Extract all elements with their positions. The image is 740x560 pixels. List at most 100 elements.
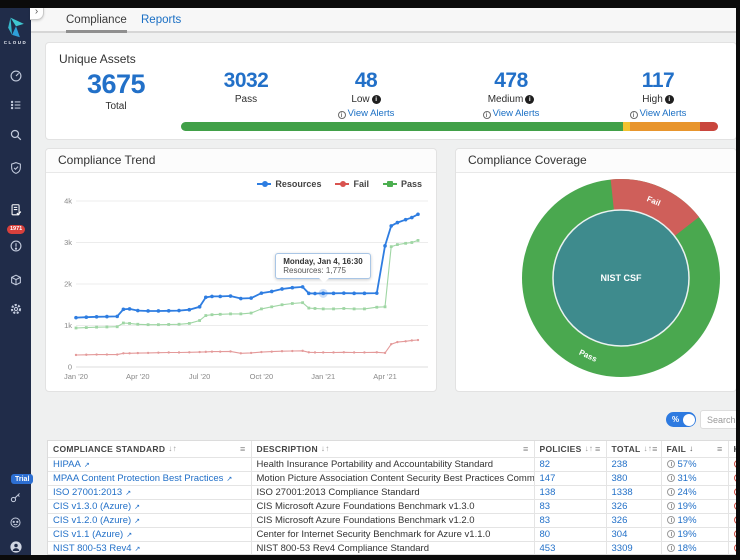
stat-medium-label: Mediumi [446, 94, 576, 105]
policies-link[interactable]: 138 [540, 487, 556, 498]
cell-description: Health Insurance Portability and Account… [251, 457, 534, 471]
sidebar-item-license[interactable] [0, 484, 31, 510]
history-clock-icon [667, 474, 675, 482]
total-link[interactable]: 304 [612, 529, 628, 540]
marker-resources [404, 218, 408, 222]
table-row: HIPAA↗ Health Insurance Portability and A… [48, 457, 737, 471]
marker-resources [210, 295, 214, 299]
tabs-bar: Compliance Reports [31, 8, 737, 33]
sort-icon[interactable]: ↓↑ [168, 444, 177, 453]
column-menu-icon[interactable]: ≡ [240, 444, 246, 454]
column-menu-icon[interactable]: ≡ [523, 444, 529, 454]
stat-medium: 478 Mediumi iView Alerts [446, 69, 576, 119]
sort-icon[interactable]: ↓↑ [644, 444, 653, 453]
column-header-fail: FAIL↓≡ [661, 441, 728, 457]
stat-low: 48 Lowi iView Alerts [301, 69, 431, 119]
standard-link[interactable]: MPAA Content Protection Best Practices [53, 473, 223, 484]
fail-percent: 18% [678, 543, 697, 554]
search-input[interactable] [700, 410, 740, 429]
marker-resources [105, 315, 109, 319]
trend-legend: Resources Fail Pass [257, 179, 422, 189]
sidebar-item-search[interactable] [0, 122, 31, 148]
stat-high-label: Highi [593, 94, 723, 105]
marker-pass [307, 307, 310, 310]
trend-chart[interactable]: 01k2k3k4kJan '20Apr '20Jul '20Oct '20Jan… [50, 193, 430, 383]
standard-link[interactable]: ISO 27001:2013 [53, 487, 122, 498]
sidebar-item-dashboard[interactable] [0, 63, 31, 89]
legend-item-resources[interactable]: Resources [257, 179, 321, 189]
policies-link[interactable]: 82 [540, 459, 551, 470]
total-link[interactable]: 238 [612, 459, 628, 470]
sidebar-item-alerts[interactable]: 1971 [0, 233, 31, 259]
policies-link[interactable]: 80 [540, 529, 551, 540]
standard-link[interactable]: CIS v1.2.0 (Azure) [53, 515, 131, 526]
x-tick-label: Jul '20 [189, 372, 210, 381]
external-link-icon[interactable]: ↗ [126, 532, 132, 539]
tab-compliance[interactable]: Compliance [66, 8, 127, 33]
policies-link[interactable]: 453 [540, 543, 556, 554]
external-link-icon[interactable]: ↗ [135, 546, 141, 553]
total-link[interactable]: 326 [612, 515, 628, 526]
sidebar-item-policies[interactable] [0, 92, 31, 118]
info-icon[interactable]: i [665, 95, 674, 104]
total-link[interactable]: 326 [612, 501, 628, 512]
stat-pass-value: 3032 [181, 69, 311, 93]
sidebar-item-settings[interactable] [0, 296, 31, 322]
column-menu-icon[interactable]: ≡ [652, 444, 658, 454]
external-link-icon[interactable]: ↗ [125, 490, 131, 497]
marker-fail [122, 352, 124, 354]
marker-pass [167, 323, 170, 326]
sidebar-item-profile[interactable] [0, 534, 31, 560]
marker-fail [240, 352, 242, 354]
marker-fail [260, 351, 262, 353]
column-menu-icon[interactable]: ≡ [595, 444, 601, 454]
policies-link[interactable]: 147 [540, 473, 556, 484]
y-tick-label: 3k [64, 238, 72, 247]
column-menu-icon[interactable]: ≡ [717, 444, 723, 454]
external-link-icon[interactable]: ↗ [134, 518, 140, 525]
percent-toggle[interactable]: % [666, 412, 696, 427]
cell-standard: CIS v1.2.0 (Azure)↗ [48, 513, 251, 527]
policies-link[interactable]: 83 [540, 515, 551, 526]
marker-pass [229, 312, 232, 315]
view-alerts-low-link[interactable]: iView Alerts [301, 108, 431, 119]
standard-link[interactable]: CIS v1.3.0 (Azure) [53, 501, 131, 512]
column-header-total: TOTAL↓↑≡ [606, 441, 661, 457]
standard-link[interactable]: CIS v1.1 (Azure) [53, 529, 123, 540]
standard-link[interactable]: HIPAA [53, 459, 81, 470]
marker-fail [271, 350, 273, 352]
sort-icon[interactable]: ↓↑ [321, 444, 330, 453]
tab-reports[interactable]: Reports [141, 8, 181, 33]
fail-percent: 19% [678, 515, 697, 526]
legend-item-fail[interactable]: Fail [335, 179, 369, 189]
coverage-sunburst-chart[interactable]: FailPassNIST CSF [457, 175, 737, 391]
table-row: MPAA Content Protection Best Practices↗M… [48, 471, 737, 485]
legend-item-pass[interactable]: Pass [383, 179, 422, 189]
standard-link[interactable]: NIST 800-53 Rev4 [53, 543, 132, 554]
sidebar-item-governance[interactable] [0, 155, 31, 181]
sidebar-item-inventory[interactable] [0, 267, 31, 293]
total-link[interactable]: 380 [612, 473, 628, 484]
view-alerts-high-link[interactable]: iView Alerts [593, 108, 723, 119]
marker-resources [204, 295, 208, 299]
view-alerts-medium-link[interactable]: iView Alerts [446, 108, 576, 119]
total-link[interactable]: 3309 [612, 543, 633, 554]
cell-total: 380 [606, 471, 661, 485]
legend-label: Fail [353, 179, 369, 189]
sidebar-item-support[interactable] [0, 509, 31, 535]
sort-icon[interactable]: ↓↑ [585, 444, 594, 453]
compliance-coverage-title: Compliance Coverage [456, 149, 736, 173]
info-icon[interactable]: i [525, 95, 534, 104]
total-link[interactable]: 1338 [612, 487, 633, 498]
sort-icon[interactable]: ↓ [689, 444, 693, 453]
external-link-icon[interactable]: ↗ [134, 504, 140, 511]
policies-link[interactable]: 83 [540, 501, 551, 512]
info-icon[interactable]: i [372, 95, 381, 104]
marker-pass [219, 313, 222, 316]
marker-resources [85, 315, 89, 319]
sidebar-item-compliance[interactable] [0, 197, 31, 223]
marker-resources [389, 224, 393, 228]
external-link-icon[interactable]: ↗ [226, 476, 232, 483]
external-link-icon[interactable]: ↗ [84, 462, 90, 469]
cell-policies: 82 [534, 457, 606, 471]
